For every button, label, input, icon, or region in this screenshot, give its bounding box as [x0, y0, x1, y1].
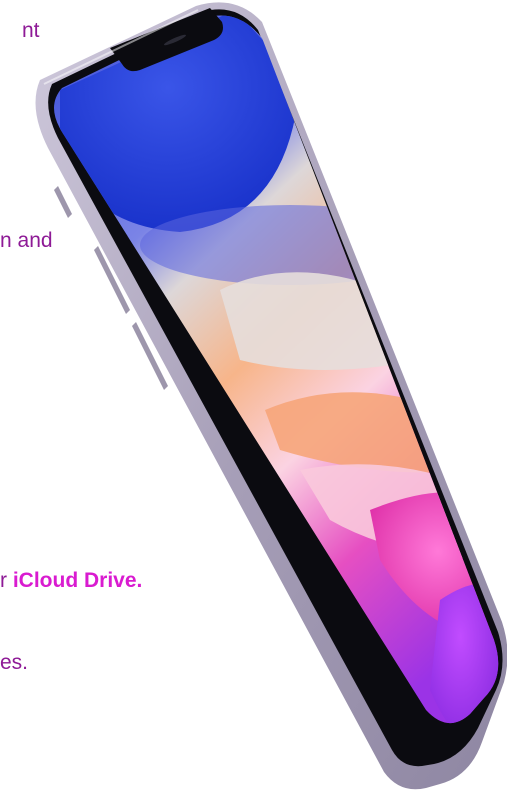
iphone-illustration: [35, 2, 507, 790]
